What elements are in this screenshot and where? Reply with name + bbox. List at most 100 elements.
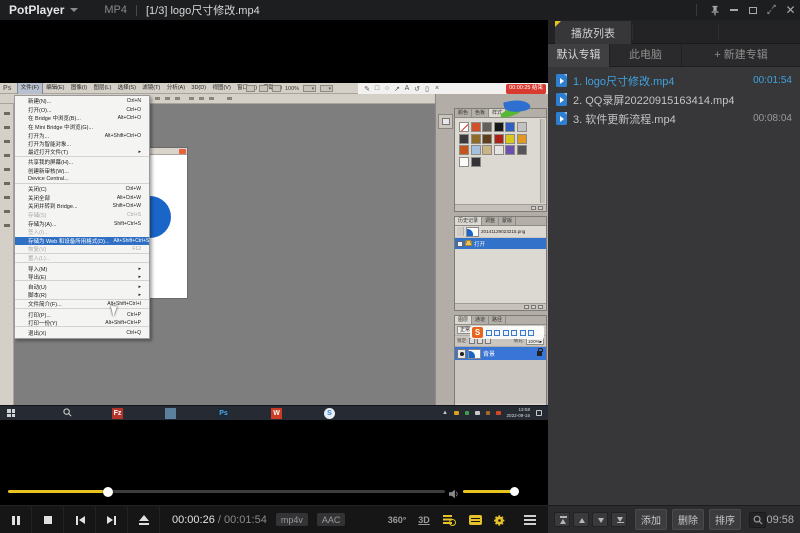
playlist-item[interactable]: 1. logo尺寸修改.mp4 00:01:54 [548, 71, 800, 90]
divider [718, 24, 719, 40]
add-button[interactable]: 添加 [635, 509, 667, 530]
ps-menu-item: 滤镜(T) [139, 83, 163, 94]
menu-item-label: 关闭(C) [28, 185, 47, 193]
logo-image [148, 196, 171, 238]
move-up-button[interactable] [573, 512, 589, 527]
style-swatch [517, 134, 527, 144]
previous-button[interactable] [64, 506, 96, 533]
playlist-items: 1. logo尺寸修改.mp4 00:01:54 2. QQ录屏20220915… [548, 67, 800, 505]
annotation-tool-icon: ↺ [412, 85, 422, 93]
stop-button[interactable] [32, 506, 64, 533]
fullscreen-button[interactable]: ↗↙ [762, 0, 781, 20]
album-tab[interactable]: + 新建专辑 [682, 44, 800, 67]
settings-gear-icon[interactable] [490, 506, 508, 533]
playlist-item-name: 2. QQ录屏20220915163414.mp4 [573, 92, 734, 108]
style-swatch [517, 145, 527, 155]
chevron-down-icon[interactable] [70, 8, 78, 12]
history-snapshot-row: 20141129023215.png [455, 226, 546, 238]
pin-button[interactable] [705, 0, 724, 20]
playlist-search-button[interactable] [440, 506, 458, 533]
playlist-toolbar: 添加 删除 排序 09:58 [548, 505, 800, 533]
ps-file-menu-item: 打开为... Alt+Shift+Ctrl+O [15, 131, 149, 140]
seek-progress[interactable] [8, 490, 109, 493]
recorder-region-icon [520, 330, 526, 336]
menu-item-shortcut: Ctrl+W [126, 186, 141, 192]
volume-level[interactable] [463, 490, 515, 493]
seek-bar[interactable] [8, 490, 445, 493]
ps-file-menu-item: 恢复(V) F12 [15, 245, 149, 254]
playlist-item[interactable]: 3. 软件更新流程.mp4 00:08:04 [548, 109, 800, 128]
menu-item-label: 打开(O)... [28, 106, 52, 114]
next-button[interactable] [96, 506, 128, 533]
delete-button[interactable]: 删除 [672, 509, 704, 530]
move-to-bottom-button[interactable] [611, 512, 627, 527]
recorder-camera-icon [494, 330, 500, 336]
panel-footer [455, 204, 546, 211]
ps-app-bar: 100% ▾ ▾ [246, 84, 333, 93]
panel-tab: 路径 [489, 316, 506, 324]
menu-item-shortcut: Ctrl+N [127, 98, 141, 104]
3d-button[interactable]: 3D [414, 506, 434, 533]
recorder-speaker-icon [511, 330, 517, 336]
subtitle-button[interactable] [466, 506, 484, 533]
menu-hamburger-icon[interactable] [520, 506, 540, 533]
move-to-top-button[interactable] [554, 512, 570, 527]
ps-file-menu-item: 签入(I)... [15, 228, 149, 237]
snapshot-thumbnail [466, 227, 479, 237]
recorder-floating-toolbar: S [470, 326, 544, 339]
menu-item-shortcut: ▸ [138, 284, 141, 290]
sort-button[interactable]: 排序 [709, 509, 741, 530]
tab-playlist[interactable]: 播放列表 [555, 21, 631, 44]
panel-tab: 色板 [472, 109, 489, 117]
ps-menu-items: 文件(F)编辑(E)图像(I)图层(L)选择(S)滤镜(T)分析(A)3D(D)… [17, 83, 286, 94]
style-swatch [505, 122, 515, 132]
menu-item-shortcut: Alt+Shift+Ctrl+S [114, 238, 150, 244]
annotation-tool-icon: A [402, 85, 412, 93]
menu-item-shortcut: Ctrl+Q [126, 330, 141, 336]
divider [632, 24, 633, 40]
menu-item-shortcut: F12 [132, 246, 141, 252]
ps-file-menu-item: 打印(P)... Ctrl+P [15, 310, 149, 319]
open-file-button[interactable] [128, 506, 160, 533]
menu-item-label: 存储(S) [28, 211, 46, 219]
ps-file-menu-item: 共享我的屏幕(H)... [15, 158, 149, 167]
volume-icon[interactable] [449, 486, 460, 504]
history-step-label: 打开 [474, 240, 485, 248]
ps-file-menu-item: 打开(O)... Ctrl+O [15, 106, 149, 115]
album-tab[interactable]: 默认专辑 [548, 44, 610, 67]
album-tab[interactable]: 此电脑 [610, 44, 682, 67]
seek-row [0, 484, 548, 498]
player-controls: 00:00:26 / 00:01:54 mp4v AAC 360° 3D [0, 505, 548, 533]
taskbar-app-icon: S [324, 408, 335, 419]
media-file-icon [556, 112, 567, 125]
ps-file-menu-item: 关闭(C) Ctrl+W [15, 185, 149, 194]
history-source-box [457, 241, 463, 247]
lock-icon [537, 351, 542, 356]
minimize-button[interactable] [724, 0, 743, 20]
ps-menu-item: 编辑(E) [43, 83, 68, 94]
ps-file-menu-item: 存储为 Web 和设备所用格式(D)... Alt+Shift+Ctrl+S [15, 237, 149, 246]
menu-item-label: Device Central... [28, 176, 69, 182]
zoom-icon [272, 85, 281, 92]
arrange-docs-dropdown: ▾ [303, 85, 316, 92]
app-name[interactable]: PotPlayer [9, 3, 64, 17]
ps-file-menu-item: 最近打开文件(T) ▸ [15, 149, 149, 158]
move-down-button[interactable] [592, 512, 608, 527]
maximize-button[interactable] [743, 0, 762, 20]
volume-slider[interactable] [463, 490, 515, 493]
panel-tab: 历史记录 [455, 217, 482, 225]
playlist-search-box[interactable] [749, 512, 766, 528]
pause-button[interactable] [0, 506, 32, 533]
playlist-item-name: 1. logo尺寸修改.mp4 [573, 73, 674, 89]
media-file-icon [556, 74, 567, 87]
menu-item-label: 脚本(R) [28, 291, 47, 299]
video-area[interactable]: Ps 文件(F)编辑(E)图像(I)图层(L)选择(S)滤镜(T)分析(A)3D… [0, 20, 548, 533]
annotation-tool-icon: ✎ [362, 85, 372, 93]
playlist-item[interactable]: 2. QQ录屏20220915163414.mp4 [548, 90, 800, 109]
close-button[interactable]: ✕ [781, 0, 800, 20]
menu-item-label: 恢复(V) [28, 245, 46, 253]
video-windows-taskbar: FzPsWS ▲ 13:582022-09-15 [0, 405, 548, 420]
vr-360-button[interactable]: 360° [384, 506, 410, 533]
menu-item-shortcut: ▸ [138, 149, 141, 155]
ps-menu-item: 选择(S) [114, 83, 139, 94]
